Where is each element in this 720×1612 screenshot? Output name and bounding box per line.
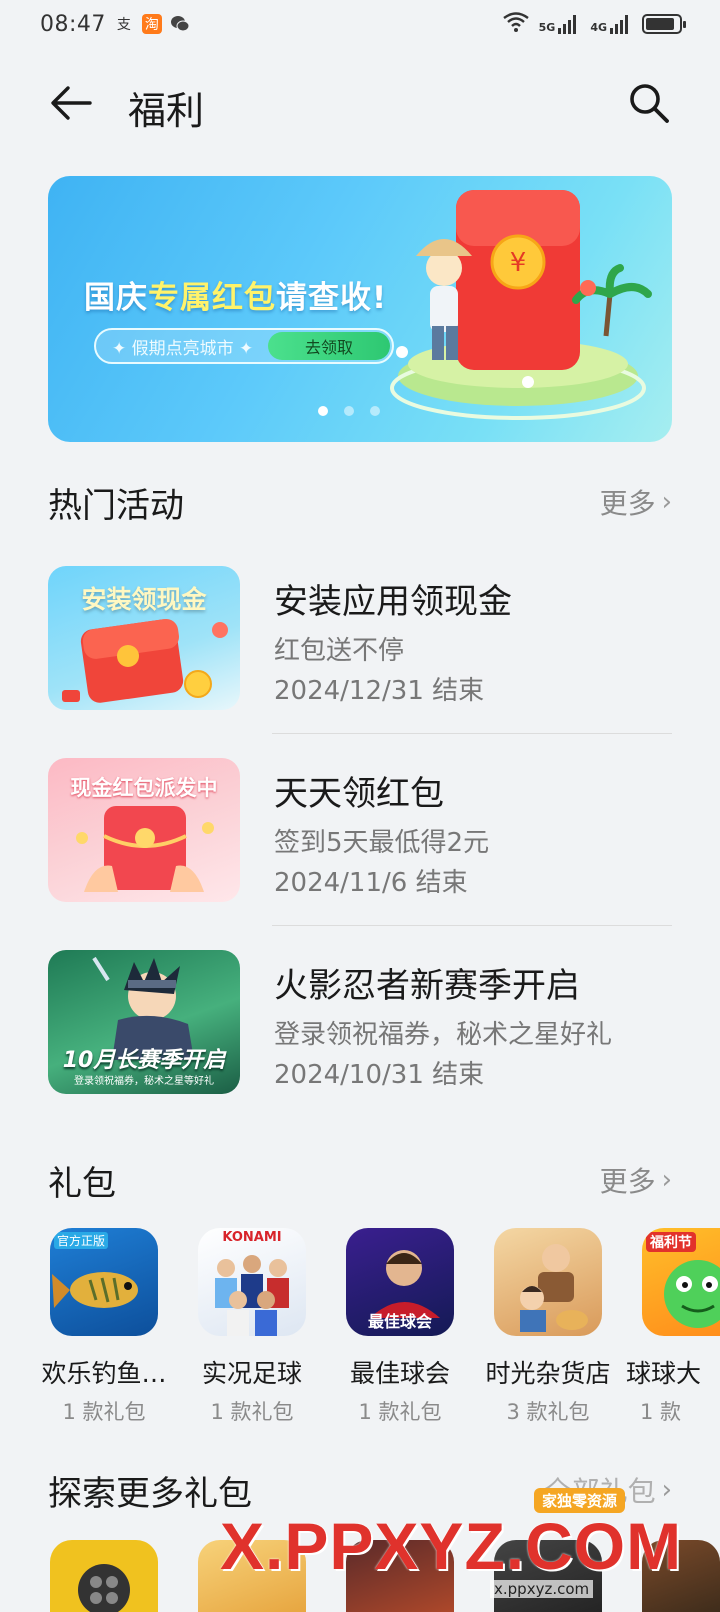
- gatling-icon: [78, 1564, 130, 1612]
- game-icon: KONAMI: [198, 1228, 306, 1336]
- wechat-icon: [170, 14, 190, 34]
- fish-icon: [52, 1272, 138, 1308]
- banner-pill: ✦ 假期点亮城市 ✦ 去领取: [94, 328, 394, 364]
- red-envelope-icon: [62, 618, 228, 703]
- status-right: 5G 4G: [502, 12, 686, 35]
- gift-name: 最佳球会: [349, 1359, 450, 1388]
- game-icon: [494, 1228, 602, 1336]
- more-label: 更多: [599, 487, 656, 520]
- more-label: 更多: [599, 1165, 656, 1198]
- activity-item[interactable]: 现金红包派发中 天天领红包 签到5天最低得2元 2024/11/6 结束: [48, 758, 672, 908]
- divider: [272, 925, 672, 926]
- activity-title: 安装应用领现金: [274, 582, 512, 622]
- game-icon: 官方正版: [50, 1228, 158, 1336]
- back-arrow-icon[interactable]: [46, 78, 96, 128]
- gift-item[interactable]: 福利节 球球大 1 款: [626, 1228, 720, 1428]
- carousel-indicator: [318, 406, 380, 416]
- game-icon: 福利节: [642, 1228, 720, 1336]
- activity-date: 2024/11/6 结束: [274, 868, 468, 898]
- activity-thumbnail: 10月长赛季开启 登录领祝福券，秘术之星等好礼: [48, 950, 240, 1094]
- banner-claim-button[interactable]: 去领取: [268, 332, 390, 360]
- activity-desc: 登录领祝福券，秘术之星好礼: [274, 1020, 613, 1050]
- activity-title: 天天领红包: [274, 774, 444, 814]
- gift-item[interactable]: 时光杂货店 3 款礼包: [478, 1228, 618, 1428]
- signal-4g-icon: 4G: [590, 14, 632, 34]
- gift-name: 实况足球: [201, 1359, 302, 1388]
- players-icon: [215, 1255, 289, 1336]
- banner-headline: 国庆专属红包请查收!: [84, 272, 387, 317]
- watermark: X.PPXYZ.COM: [220, 1509, 683, 1583]
- gift-name: 欢乐钓鱼…: [41, 1359, 167, 1388]
- activity-date: 2024/10/31 结束: [274, 1060, 485, 1090]
- activity-item[interactable]: 10月长赛季开启 登录领祝福券，秘术之星等好礼 火影忍者新赛季开启 登录领祝福券…: [48, 950, 672, 1100]
- banner-headline-a: 国庆: [84, 280, 148, 316]
- gifts-more[interactable]: 更多 ›: [600, 1160, 672, 1200]
- activity-item[interactable]: 安装领现金 安装应用领现金 红包送不停 2024/12/31 结束: [48, 566, 672, 716]
- game-icon[interactable]: [50, 1540, 158, 1612]
- signal-5g-icon: 5G: [539, 14, 581, 34]
- gift-count: 1 款礼包: [62, 1400, 146, 1424]
- gift-name: 球球大: [626, 1359, 702, 1388]
- green-ball-icon: [664, 1260, 720, 1328]
- watermark-url: x.ppxyz.com: [490, 1580, 594, 1598]
- chevron-right-icon: ›: [661, 487, 672, 517]
- activity-title: 火影忍者新赛季开启: [274, 966, 580, 1006]
- status-time: 08:47: [40, 11, 106, 37]
- app-header: 福利: [0, 60, 720, 150]
- activity-date: 2024/12/31 结束: [274, 676, 485, 706]
- gift-count: 1 款: [640, 1400, 682, 1424]
- activity-desc: 红包送不停: [274, 636, 405, 666]
- banner-headline-c: 请查收!: [276, 280, 388, 316]
- activity-thumbnail: 现金红包派发中: [48, 758, 240, 902]
- gift-count: 1 款礼包: [358, 1400, 442, 1424]
- gift-item[interactable]: 官方正版 欢乐钓鱼… 1 款礼包: [34, 1228, 174, 1428]
- gift-name: 时光杂货店: [485, 1359, 611, 1388]
- status-bar: 08:47 支 淘 5G 4G: [0, 0, 720, 48]
- hot-activities-more[interactable]: 更多 ›: [600, 482, 672, 522]
- divider: [272, 733, 672, 734]
- promo-banner[interactable]: ¥ 国庆专属红包请查收! ✦ 假期点亮城市 ✦ 去领取: [48, 176, 672, 442]
- gift-item[interactable]: 最佳球会 最佳球会 1 款礼包: [330, 1228, 470, 1428]
- thumbnail-label: 10月长赛季开启: [62, 1048, 226, 1073]
- wifi-icon: [502, 12, 529, 35]
- gift-item[interactable]: KONAMI 实况足球 1 款礼包: [182, 1228, 322, 1428]
- taobao-icon: 淘: [141, 14, 162, 34]
- carousel-dot[interactable]: [344, 406, 354, 416]
- gift-count: 3 款礼包: [506, 1400, 590, 1424]
- battery-icon: [642, 13, 686, 34]
- game-badge: 最佳球会: [367, 1312, 432, 1331]
- page-title: 福利: [128, 89, 205, 133]
- hot-activities-title: 热门活动: [48, 486, 184, 526]
- shopkeeper-icon: [520, 1244, 588, 1332]
- gift-count: 1 款礼包: [210, 1400, 294, 1424]
- game-icon: 最佳球会: [346, 1228, 454, 1336]
- search-icon[interactable]: [626, 80, 672, 126]
- chevron-right-icon: ›: [661, 1165, 672, 1195]
- carousel-dot[interactable]: [318, 406, 328, 416]
- activity-desc: 签到5天最低得2元: [274, 828, 490, 858]
- red-envelope-icon: [76, 806, 214, 892]
- gifts-title: 礼包: [48, 1164, 116, 1204]
- banner-headline-b: 专属红包: [148, 280, 276, 316]
- chevron-right-icon: ›: [661, 1475, 672, 1505]
- carousel-dot[interactable]: [370, 406, 380, 416]
- banner-subtitle: ✦ 假期点亮城市 ✦: [112, 338, 254, 359]
- activity-thumbnail: 安装领现金: [48, 566, 240, 710]
- alipay-icon: 支: [116, 17, 131, 33]
- thumbnail-sublabel: 登录领祝福券，秘术之星等好礼: [74, 1076, 214, 1087]
- svg-text:¥: ¥: [510, 248, 527, 278]
